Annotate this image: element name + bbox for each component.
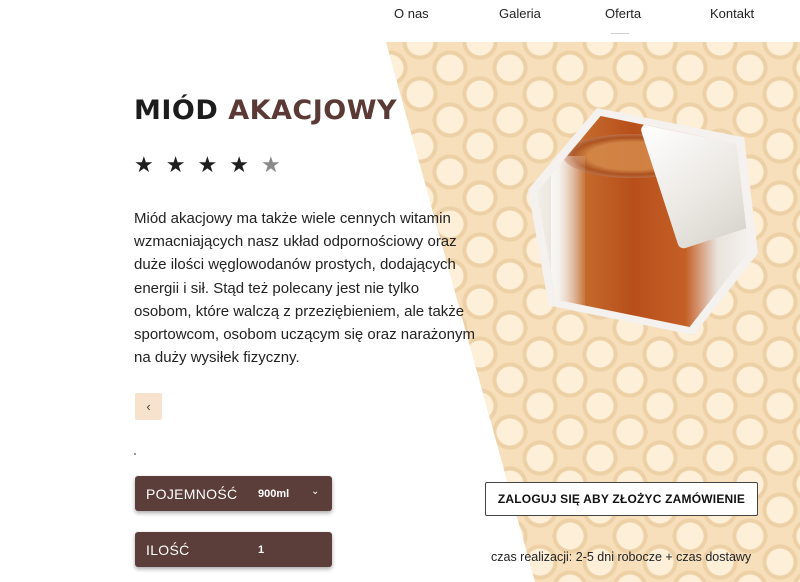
star-icon: ★ [197,152,218,177]
prev-button[interactable]: ‹ [135,393,162,420]
star-icon: ★ [165,152,186,177]
capacity-value: 900ml [258,487,290,500]
product-title: MIÓD AKACJOWY [134,95,397,126]
nav-item-oferta[interactable]: Oferta [605,6,641,21]
rating-stars: ★ ★ ★ ★ ★ [134,154,281,176]
carousel-dot [134,453,136,455]
chevron-down-icon: ⌄ [311,486,320,497]
product-title-part1: MIÓD [134,95,219,126]
nav-item-galeria[interactable]: Galeria [499,6,541,21]
product-description: Miód akacjowy ma także wiele cennych wit… [134,210,475,367]
star-icon: ★ [134,152,154,177]
capacity-label: POJEMNOŚĆ [146,485,238,502]
star-empty-icon: ★ [260,152,281,177]
quantity-label: ILOŚĆ [146,541,190,558]
product-title-part2: AKACJOWY [228,95,398,126]
nav-item-kontakt[interactable]: Kontakt [710,6,754,21]
capacity-select[interactable]: POJEMNOŚĆ 900ml ⌄ [135,476,332,511]
quantity-value: 1 [258,543,265,556]
top-nav: O nas Galeria Oferta Kontakt [0,0,800,42]
chevron-left-icon: ‹ [146,399,151,414]
quantity-field[interactable]: ILOŚĆ 1 [135,532,332,567]
star-icon: ★ [229,152,249,177]
delivery-time-text: czas realizacji: 2-5 dni robocze + czas … [491,550,752,564]
login-to-order-button[interactable]: ZALOGUJ SIĘ ABY ZŁOŻYC ZAMÓWIENIE [485,482,758,516]
nav-item-o-nas[interactable]: O nas [394,6,429,21]
